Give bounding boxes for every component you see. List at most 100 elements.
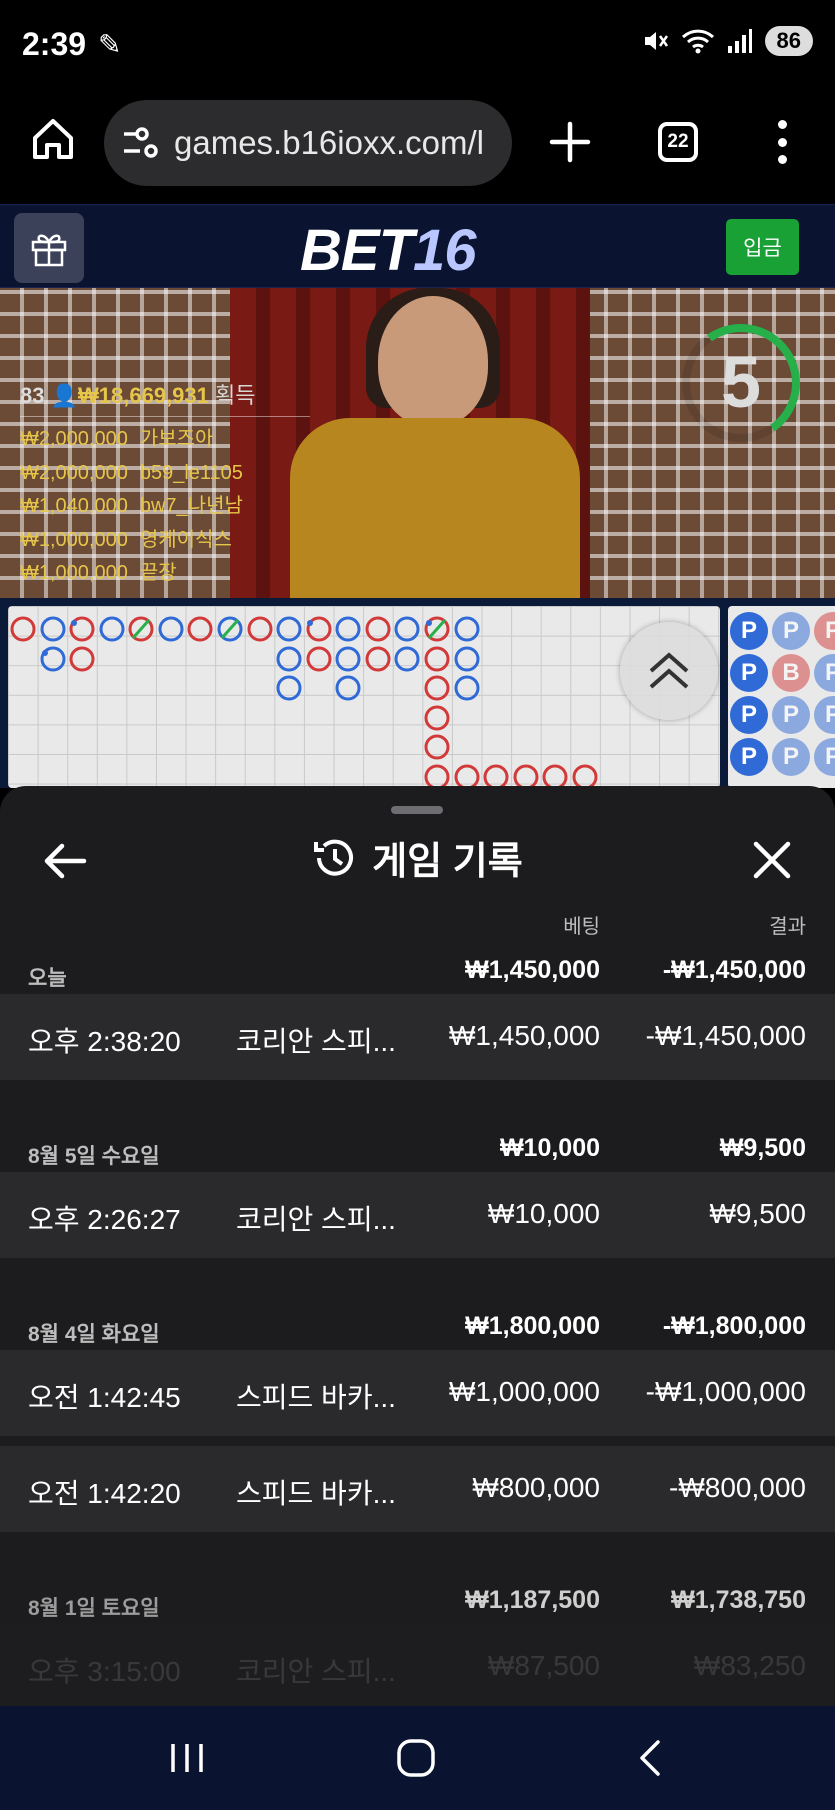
game-history-sheet: 게임 기록 베팅 결과 오늘 ₩1,450,000 -₩1,450,000 오후… [0, 786, 835, 1706]
winner-amount: ₩2,000,000 [20, 428, 128, 450]
bead-player: P [730, 654, 768, 692]
back-icon[interactable] [628, 1736, 674, 1780]
big-road-mark [365, 646, 391, 672]
new-tab-icon[interactable] [548, 120, 592, 164]
history-row[interactable]: 오후 2:26:27 코리안 스피... ₩10,000 ₩9,500 [0, 1172, 835, 1258]
winner-row: ₩1,040,000 bw7_나년남 [20, 490, 290, 524]
row-time: 오후 2:38:20 [28, 1026, 181, 1057]
group-total-result: ₩1,738,750 [671, 1586, 806, 1614]
bead-player: P [730, 612, 768, 650]
row-bet: ₩800,000 [472, 1472, 600, 1503]
winners-total-amount: ₩18,669,931 [78, 383, 209, 408]
history-row[interactable]: 오후 2:38:20 코리안 스피... ₩1,450,000 -₩1,450,… [0, 994, 835, 1080]
big-road-mark [335, 675, 361, 701]
deposit-button[interactable]: 입금 [726, 219, 799, 275]
bead-player: P [772, 738, 810, 776]
home-icon[interactable] [394, 1736, 440, 1780]
big-road-mark [10, 616, 36, 642]
group-date: 오늘 [28, 967, 67, 990]
group-total-result: ₩9,500 [719, 1134, 806, 1162]
group-total-bet: ₩1,187,500 [465, 1586, 600, 1614]
more-menu-icon[interactable] [772, 120, 792, 164]
group-total-bet: ₩1,450,000 [465, 956, 600, 984]
winner-row: ₩2,000,000 b59_le1105 [20, 457, 290, 491]
close-icon[interactable] [750, 838, 794, 882]
divider [20, 416, 310, 417]
sheet-title: 게임 기록 [0, 830, 835, 885]
signal-icon [727, 29, 752, 53]
big-road-mark [424, 646, 450, 672]
collapse-roadmap-button[interactable] [620, 622, 718, 720]
mute-icon [644, 32, 668, 50]
row-game: 코리안 스피... [236, 1204, 396, 1235]
history-row[interactable]: 오후 3:15:00 코리안 스피... ₩87,500 ₩83,250 [0, 1624, 835, 1706]
sheet-grabber[interactable] [391, 806, 443, 814]
big-road-mark [335, 616, 361, 642]
home-icon[interactable] [30, 116, 76, 162]
url-text: games.b16ioxx.com/l [174, 124, 484, 161]
bead-player: P [772, 696, 810, 734]
big-road-mark [572, 764, 598, 788]
column-header-bet: 베팅 [563, 916, 600, 938]
row-bet: ₩1,000,000 [449, 1376, 600, 1407]
bead-player: P [814, 738, 835, 776]
big-road-mark [276, 646, 302, 672]
bead-player: P [730, 696, 768, 734]
winner-name: bw7_나년남 [139, 495, 243, 517]
big-road-mark [187, 616, 213, 642]
bead-player: P [730, 738, 768, 776]
big-road-mark [454, 646, 480, 672]
site-logo[interactable]: BET16 [300, 217, 477, 284]
winner-amount: ₩1,040,000 [20, 495, 128, 517]
recent-apps-icon[interactable] [164, 1736, 210, 1780]
history-row[interactable]: 오전 1:42:45 스피드 바카... ₩1,000,000 -₩1,000,… [0, 1350, 835, 1436]
big-road-mark [394, 646, 420, 672]
tab-switcher-button[interactable]: 22 [658, 122, 698, 162]
winner-row: ₩2,000,000 가보즈아 [20, 423, 290, 457]
live-video: 5 83 👤₩18,669,931 획득 ₩2,000,000 가보즈아 ₩2,0… [0, 288, 835, 598]
row-bet: ₩1,450,000 [449, 1020, 600, 1051]
column-header-result: 결과 [769, 916, 806, 938]
bead-player: P [772, 612, 810, 650]
status-bar: 2:39 ✎ 86 [0, 0, 835, 92]
big-road-mark [454, 675, 480, 701]
site-settings-icon[interactable] [122, 125, 160, 161]
bead-player: P [814, 696, 835, 734]
big-road [8, 606, 720, 788]
group-date: 8월 5일 수요일 [28, 1145, 160, 1168]
bead-banker: B [772, 654, 810, 692]
pair-dot [307, 620, 313, 626]
scoreboard-roadmap: P P P P B P P P P P P P [0, 598, 835, 788]
wifi-icon [681, 29, 714, 54]
row-result: -₩1,000,000 [645, 1376, 806, 1407]
row-result: ₩83,250 [693, 1650, 806, 1681]
big-road-mark [424, 764, 450, 788]
big-road-mark [365, 616, 391, 642]
user-icon: 👤 [50, 383, 79, 408]
address-bar[interactable]: games.b16ioxx.com/l [104, 100, 512, 186]
winner-row: ₩1,000,000 끝장 [20, 557, 290, 591]
row-game: 코리안 스피... [236, 1026, 396, 1057]
winner-name: 끝장 [139, 562, 177, 584]
group-total-result: -₩1,450,000 [662, 956, 806, 984]
battery-icon: 86 [764, 26, 813, 56]
row-game: 코리안 스피... [236, 1656, 396, 1687]
big-road-mark [306, 646, 332, 672]
sheet-title-text: 게임 기록 [372, 841, 523, 883]
big-road-mark [99, 616, 125, 642]
winner-name: 가보즈아 [139, 428, 214, 450]
big-road-mark [513, 764, 539, 788]
pair-dot [42, 650, 48, 656]
big-road-mark [424, 675, 450, 701]
big-road-mark [454, 616, 480, 642]
row-time: 오후 2:26:27 [28, 1204, 181, 1235]
status-icons: 86 [641, 26, 813, 56]
tie-mark [131, 619, 151, 639]
history-row[interactable]: 오전 1:42:20 스피드 바카... ₩800,000 -₩800,000 [0, 1446, 835, 1532]
gift-icon [31, 234, 67, 267]
feather-icon: ✎ [98, 29, 122, 60]
big-road-mark [483, 764, 509, 788]
gift-button[interactable] [14, 213, 84, 283]
bead-player: P [814, 654, 835, 692]
system-nav-bar [0, 1706, 835, 1810]
